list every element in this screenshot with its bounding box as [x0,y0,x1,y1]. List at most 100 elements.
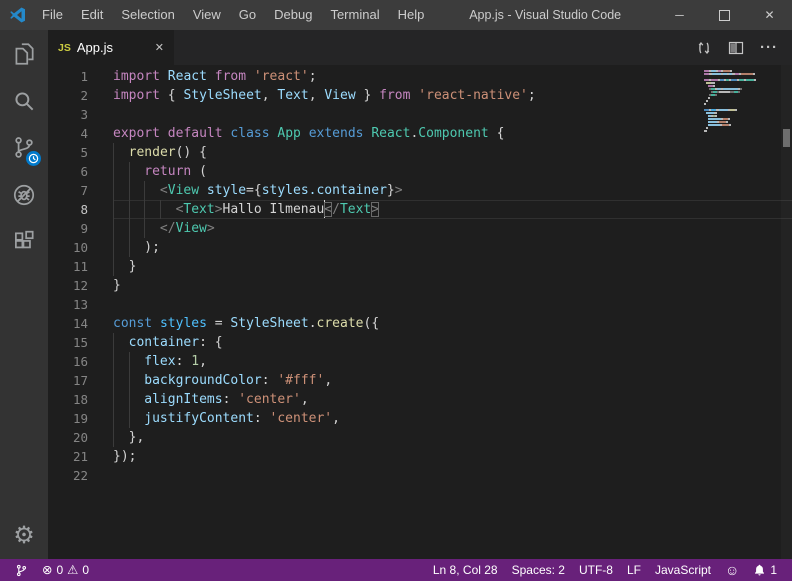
status-indentation[interactable]: Spaces: 2 [505,563,572,577]
code-line[interactable]: 9</View> [48,219,792,238]
sync-icon[interactable] [696,40,712,56]
menu-debug[interactable]: Debug [265,0,321,30]
line-number[interactable]: 20 [48,428,113,447]
code-line[interactable]: 22 [48,466,792,485]
menu-help[interactable]: Help [389,0,434,30]
activity-search[interactable] [0,77,48,124]
scrollbar-thumb[interactable] [783,129,790,147]
code-line[interactable]: 8<Text>Hallo Ilmenau</Text> [48,200,792,219]
close-button[interactable]: ✕ [747,0,792,30]
code-line[interactable]: 13 [48,295,792,314]
code-line[interactable]: 2import { StyleSheet, Text, View } from … [48,86,792,105]
git-branch-item[interactable] [8,563,35,578]
line-number[interactable]: 8 [48,200,113,219]
code-line-text[interactable]: import React from 'react'; [113,67,792,86]
menu-file[interactable]: File [33,0,72,30]
feedback-item[interactable]: ☺ [718,563,746,577]
code-line-text[interactable]: import { StyleSheet, Text, View } from '… [113,86,792,105]
line-number[interactable]: 21 [48,447,113,466]
code-line-text[interactable]: backgroundColor: '#fff', [113,371,792,390]
minimap[interactable] [704,68,762,134]
code-line[interactable]: 11} [48,257,792,276]
code-line-text[interactable] [113,466,792,485]
minimize-button[interactable]: ─ [657,0,702,30]
code-line-text[interactable]: }); [113,447,792,466]
line-number[interactable]: 10 [48,238,113,257]
code-line-text[interactable]: alignItems: 'center', [113,390,792,409]
menu-terminal[interactable]: Terminal [321,0,388,30]
line-number[interactable]: 3 [48,105,113,124]
activity-debug[interactable] [0,171,48,218]
line-number[interactable]: 5 [48,143,113,162]
line-number[interactable]: 19 [48,409,113,428]
code-line-text[interactable] [113,295,792,314]
menu-view[interactable]: View [184,0,230,30]
code-line[interactable]: 3 [48,105,792,124]
code-line[interactable]: 20}, [48,428,792,447]
line-number[interactable]: 6 [48,162,113,181]
code-line-text[interactable]: ); [113,238,792,257]
maximize-button[interactable] [702,0,747,30]
code-line-text[interactable]: <Text>Hallo Ilmenau</Text> [113,200,792,219]
status-encoding[interactable]: UTF-8 [572,563,620,577]
code-line[interactable]: 5render() { [48,143,792,162]
activity-source-control[interactable] [0,124,48,171]
code-line[interactable]: 19justifyContent: 'center', [48,409,792,428]
code-line[interactable]: 7<View style={styles.container}> [48,181,792,200]
line-number[interactable]: 2 [48,86,113,105]
code-line[interactable]: 14const styles = StyleSheet.create({ [48,314,792,333]
line-number[interactable]: 13 [48,295,113,314]
activity-settings[interactable]: ⚙ [0,512,48,559]
activity-explorer[interactable] [0,30,48,77]
code-line[interactable]: 1import React from 'react'; [48,67,792,86]
line-number[interactable]: 7 [48,181,113,200]
code-line-text[interactable]: export default class App extends React.C… [113,124,792,143]
code-line[interactable]: 12} [48,276,792,295]
code-editor[interactable]: 1import React from 'react';2import { Sty… [48,65,792,559]
line-number[interactable]: 12 [48,276,113,295]
code-line-text[interactable]: </View> [113,219,792,238]
problems-item[interactable]: ⊗ 0 ⚠ 0 [35,563,96,577]
code-line[interactable]: 10); [48,238,792,257]
tab-appjs[interactable]: JS App.js ✕ [48,30,174,65]
line-number[interactable]: 1 [48,67,113,86]
code-line-text[interactable]: render() { [113,143,792,162]
activity-extensions[interactable] [0,218,48,265]
code-line-text[interactable]: const styles = StyleSheet.create({ [113,314,792,333]
status-eol[interactable]: LF [620,563,648,577]
menu-edit[interactable]: Edit [72,0,112,30]
code-line-text[interactable]: } [113,276,792,295]
line-number[interactable]: 17 [48,371,113,390]
code-line-text[interactable]: }, [113,428,792,447]
more-actions-icon[interactable]: ··· [760,39,778,56]
line-number[interactable]: 9 [48,219,113,238]
code-line[interactable]: 16flex: 1, [48,352,792,371]
code-line-text[interactable]: <View style={styles.container}> [113,181,792,200]
tab-close-icon[interactable]: ✕ [153,39,166,56]
menu-selection[interactable]: Selection [112,0,183,30]
code-line-text[interactable]: return ( [113,162,792,181]
code-line-text[interactable] [113,105,792,124]
code-line-text[interactable]: justifyContent: 'center', [113,409,792,428]
line-number[interactable]: 18 [48,390,113,409]
line-number[interactable]: 14 [48,314,113,333]
code-line[interactable]: 4export default class App extends React.… [48,124,792,143]
code-line[interactable]: 15container: { [48,333,792,352]
line-number[interactable]: 4 [48,124,113,143]
code-line[interactable]: 6return ( [48,162,792,181]
code-line-text[interactable]: container: { [113,333,792,352]
line-number[interactable]: 11 [48,257,113,276]
notifications-item[interactable]: 1 [746,563,784,577]
code-line[interactable]: 18alignItems: 'center', [48,390,792,409]
status-line-col[interactable]: Ln 8, Col 28 [426,563,505,577]
line-number[interactable]: 15 [48,333,113,352]
code-line[interactable]: 21}); [48,447,792,466]
menu-go[interactable]: Go [230,0,265,30]
status-language[interactable]: JavaScript [648,563,718,577]
line-number[interactable]: 22 [48,466,113,485]
code-line-text[interactable]: flex: 1, [113,352,792,371]
code-line[interactable]: 17backgroundColor: '#fff', [48,371,792,390]
split-editor-icon[interactable] [728,40,744,56]
line-number[interactable]: 16 [48,352,113,371]
code-line-text[interactable]: } [113,257,792,276]
